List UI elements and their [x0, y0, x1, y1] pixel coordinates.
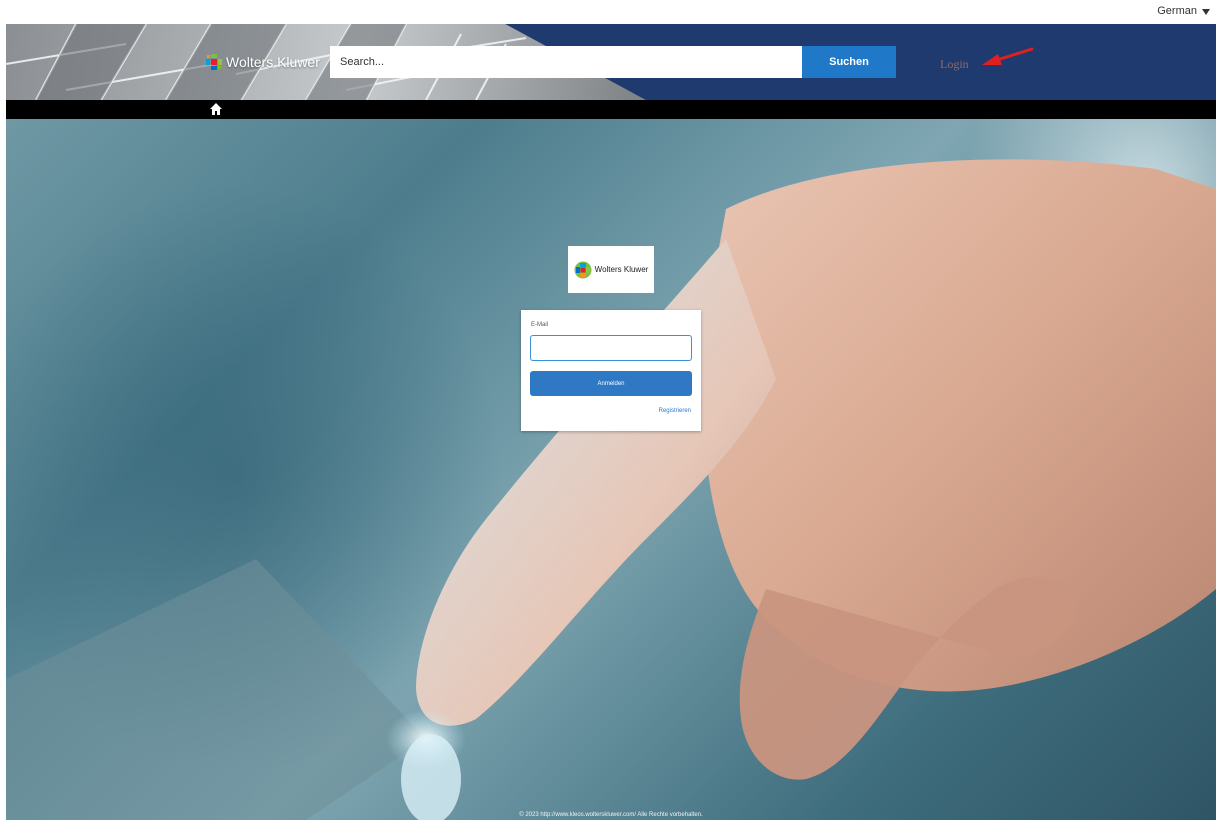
chevron-down-icon — [1202, 8, 1210, 15]
header-banner: Wolters Kluwer Suchen Login — [6, 24, 1216, 100]
email-label: E-Mail — [531, 322, 549, 328]
search-input[interactable] — [330, 46, 803, 78]
red-arrow-annotation-icon — [982, 47, 1034, 65]
language-bar: German — [0, 0, 1220, 24]
brand-name: Wolters Kluwer — [226, 54, 320, 70]
wolters-kluwer-logo-icon — [206, 54, 222, 70]
login-link[interactable]: Login — [940, 57, 969, 72]
main-navigation — [6, 100, 1216, 119]
hero-background-image: © 2023 http://www.kleos.wolterskluwer.co… — [6, 119, 1216, 820]
language-label: German — [1157, 5, 1197, 17]
login-brand-name: Wolters Kluwer — [594, 265, 649, 274]
login-form: E-Mail Anmelden Registrieren — [521, 310, 701, 431]
language-select[interactable]: German — [1157, 5, 1210, 17]
brand-logo[interactable]: Wolters Kluwer — [206, 54, 320, 70]
login-brand-logo: Wolters Kluwer — [568, 246, 654, 293]
copyright-footer: © 2023 http://www.kleos.wolterskluwer.co… — [519, 812, 703, 818]
register-link[interactable]: Registrieren — [659, 408, 691, 414]
search-button[interactable]: Suchen — [802, 46, 896, 78]
sign-in-button[interactable]: Anmelden — [530, 371, 692, 396]
email-field[interactable] — [530, 335, 692, 361]
wolters-kluwer-globe-icon — [574, 261, 592, 278]
home-icon[interactable] — [210, 103, 222, 115]
